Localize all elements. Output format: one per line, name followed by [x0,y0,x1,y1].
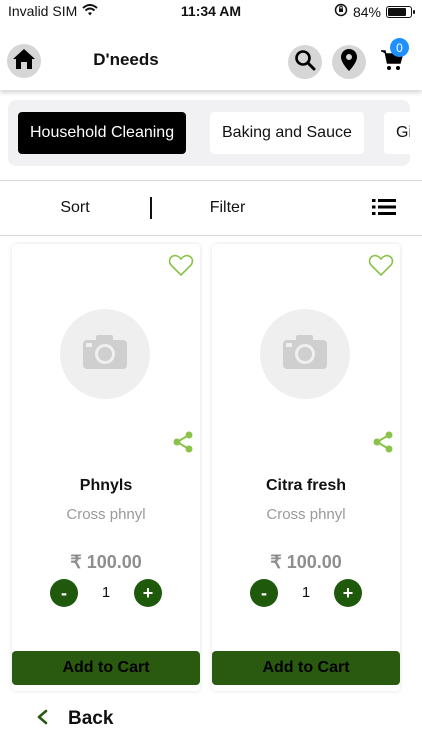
location-pin-icon [340,48,358,77]
status-bar: Invalid SIM 11:34 AM 84% [0,0,422,22]
back-label: Back [68,708,114,729]
sort-button[interactable]: Sort [40,199,110,217]
app-header: D'needs [0,24,422,90]
camera-icon [281,333,329,376]
cart-count-badge: 0 [390,38,409,57]
battery-level [388,7,406,16]
product-subtitle: Cross phnyl [266,506,346,523]
toolbar-separator [150,197,152,219]
orientation-lock-icon [334,3,348,20]
product-image-placeholder [60,309,150,399]
list-view-icon [372,199,396,220]
category-chip-partial[interactable]: Gi [384,112,410,154]
category-chip-household-cleaning[interactable]: Household Cleaning [18,112,187,154]
filter-button[interactable]: Filter [190,199,265,217]
divider-bottom [0,235,422,236]
quantity-value: 1 [101,584,111,601]
product-card[interactable]: Citra fresh Cross phnyl ₹ 100.00 - 1 + A… [212,244,400,691]
battery-percent: 84% [352,3,381,20]
category-chip-baking-and-sauce[interactable]: Baking and Sauce [210,112,364,154]
sort-filter-bar: Sort Filter [0,181,422,235]
location-button[interactable] [332,45,366,79]
heart-icon[interactable] [368,253,394,282]
category-strip: Household Cleaning Baking and Sauce Gi [8,100,410,166]
heart-icon[interactable] [168,253,194,282]
add-to-cart-button[interactable]: Add to Cart [12,651,200,685]
home-icon [11,47,37,76]
app-title: D'needs [93,50,159,69]
decrease-button[interactable]: - [250,579,278,607]
quantity-value: 1 [301,584,311,601]
search-button[interactable] [288,45,322,79]
battery-icon [386,5,415,18]
chevron-left-icon [36,709,48,730]
product-card[interactable]: Phnyls Cross phnyl ₹ 100.00 - 1 + Add to… [12,244,200,691]
product-price: ₹ 100.00 [70,552,142,572]
home-button[interactable] [7,44,41,78]
add-to-cart-button[interactable]: Add to Cart [212,651,400,685]
product-subtitle: Cross phnyl [66,506,146,523]
status-right: 84% [334,3,415,20]
increase-button[interactable]: + [134,579,162,607]
quantity-stepper: - 1 + [50,578,162,608]
product-price: ₹ 100.00 [270,552,342,572]
camera-icon [81,333,129,376]
share-icon[interactable] [372,431,394,458]
share-icon[interactable] [172,431,194,458]
back-button[interactable]: Back [36,708,113,730]
product-name: Citra fresh [265,477,347,494]
increase-button[interactable]: + [334,579,362,607]
decrease-button[interactable]: - [50,579,78,607]
cart-icon [380,50,404,76]
quantity-stepper: - 1 + [250,578,362,608]
list-view-button[interactable] [372,198,396,221]
product-name: Phnyls [79,477,133,494]
product-image-placeholder [260,309,350,399]
search-icon [294,49,316,76]
